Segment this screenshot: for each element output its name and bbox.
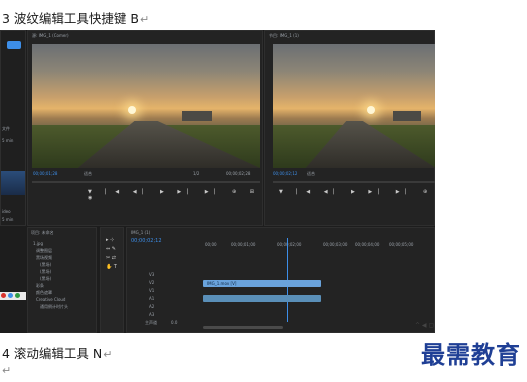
system-tray: ^ ◀ ▢ [415, 322, 435, 329]
program-transport-controls[interactable]: ▼ ▏◀ ◀▏ ▶ ▶▏ ▶▏ ⊕ [279, 189, 433, 195]
source-transport-controls[interactable]: ▼ ▏◀ ◀▏ ▶ ▶▏ ▶▏ ⊕ ⊞ ◉ [88, 189, 262, 201]
left-label: 5 min [2, 138, 14, 143]
city-skyline [182, 110, 212, 121]
paragraph-mark: ↵ [103, 348, 113, 361]
program-video-frame [273, 44, 435, 168]
audio-clip[interactable] [203, 295, 321, 302]
tools-panel: ▸ ⊹ ⇔ ✎ ✂ ⇄ ✋ T [100, 227, 124, 333]
track-header-v3[interactable]: V3 [149, 272, 154, 277]
sun [367, 106, 375, 114]
project-item[interactable]: (黑场) [40, 262, 51, 268]
source-scrubber[interactable] [32, 181, 260, 183]
app-icon[interactable] [8, 293, 13, 298]
app-icon[interactable] [1, 293, 6, 298]
track-header-a2[interactable]: A2 [149, 304, 154, 309]
ruler-tick: 00;00;01;00 [231, 242, 256, 247]
track-header-v1[interactable]: V1 [149, 288, 154, 293]
app-icon[interactable] [15, 293, 20, 298]
project-item[interactable]: 颜色遮罩 [36, 290, 52, 296]
program-timecode-current: 00;00;02;12 [273, 171, 298, 176]
heading-text: 3 波纹编辑工具快捷键 B [2, 11, 139, 26]
source-monitor-title: 源: IMG_1 (Comer) [32, 33, 69, 38]
source-monitor-panel: 源: IMG_1 (Comer) 00;00;01;28 适合 1/2 00;0… [27, 30, 263, 226]
program-monitor-panel: 节目: IMG_1 (1) 00;00;02;12 适合 ▼ ▏◀ ◀▏ ▶ ▶… [264, 30, 435, 226]
project-item[interactable]: Creative Cloud [36, 297, 65, 302]
master-volume-value[interactable]: 0.0 [171, 320, 177, 325]
heading-text: 4 滚动编辑工具 N [2, 346, 103, 361]
left-label: 5 min [2, 217, 14, 222]
watermark-logo: 最需教育 [421, 340, 521, 369]
timeline-panel: IMG_1 (1) 00;00;02;12 00;00 00;00;01;00 … [126, 227, 435, 333]
track-header-a3[interactable]: A3 [149, 312, 154, 317]
left-media-strip: 文件 5 min ideo 5 min [0, 30, 26, 226]
project-panel: 项目: 未命名 1.jpg 调整图层 黑场视频 (黑场) (黑场) (黑场) 彩… [27, 227, 97, 333]
sun [128, 106, 136, 114]
paragraph-mark: ↵ [139, 13, 150, 26]
ruler-tick: 00;00;04;00 [355, 242, 380, 247]
left-label: ideo [2, 209, 11, 214]
video-clip[interactable]: IMG_1.mov [V] [203, 280, 321, 287]
media-thumb-selected[interactable] [7, 41, 21, 49]
taskbar-strip [0, 292, 26, 300]
timeline-scrollbar[interactable] [203, 326, 283, 329]
track-header-v2[interactable]: V2 [149, 280, 154, 285]
track-header-a1[interactable]: A1 [149, 296, 154, 301]
ruler-tick: 00;00;05;00 [389, 242, 414, 247]
ruler-tick: 00;00;03;00 [323, 242, 348, 247]
project-item[interactable]: 黑场视频 [36, 255, 52, 261]
ruler-tick: 00;00;02;00 [277, 242, 302, 247]
video-clip-label: IMG_1.mov [V] [207, 281, 237, 286]
left-label: 文件 [2, 126, 10, 131]
source-resolution-select[interactable]: 1/2 [193, 171, 199, 176]
project-item[interactable]: 通用倒计时片头 [40, 304, 68, 310]
media-thumb[interactable] [1, 171, 25, 195]
program-scrubber[interactable] [273, 181, 435, 183]
ruler-tick: 00;00 [205, 242, 217, 247]
empty-paragraph-mark: ↵ [2, 364, 12, 377]
heading-ripple-edit-tool: 3 波纹编辑工具快捷键 B↵ [2, 8, 149, 27]
heading-rolling-edit-tool: 4 滚动编辑工具 N↵ [2, 343, 112, 362]
project-panel-tab[interactable]: 项目: 未命名 [31, 230, 54, 236]
program-monitor-title: 节目: IMG_1 (1) [269, 33, 299, 38]
project-item[interactable]: (黑场) [40, 276, 51, 282]
timeline-tab[interactable]: IMG_1 (1) [131, 230, 150, 235]
project-item[interactable]: 彩条 [36, 283, 44, 289]
program-zoom-select[interactable]: 适合 [307, 171, 315, 177]
source-timecode-duration: 00;00;02;28 [226, 171, 251, 176]
project-item[interactable]: 1.jpg [33, 241, 43, 246]
project-item[interactable]: 调整图层 [36, 248, 52, 254]
project-item[interactable]: (黑场) [40, 269, 51, 275]
source-video-frame [32, 44, 260, 168]
master-track-label: 主声道 [145, 320, 157, 325]
timeline-timecode: 00;00;02;12 [131, 238, 162, 244]
tool-icons[interactable]: ▸ ⊹ ⇔ ✎ ✂ ⇄ ✋ T [106, 236, 117, 272]
source-timecode-current: 00;00;01;28 [33, 171, 58, 176]
city-skyline [393, 110, 421, 121]
source-zoom-select[interactable]: 适合 [84, 171, 92, 177]
premiere-screenshot: 文件 5 min ideo 5 min 源: IMG_1 (Comer) 00;… [0, 30, 435, 333]
